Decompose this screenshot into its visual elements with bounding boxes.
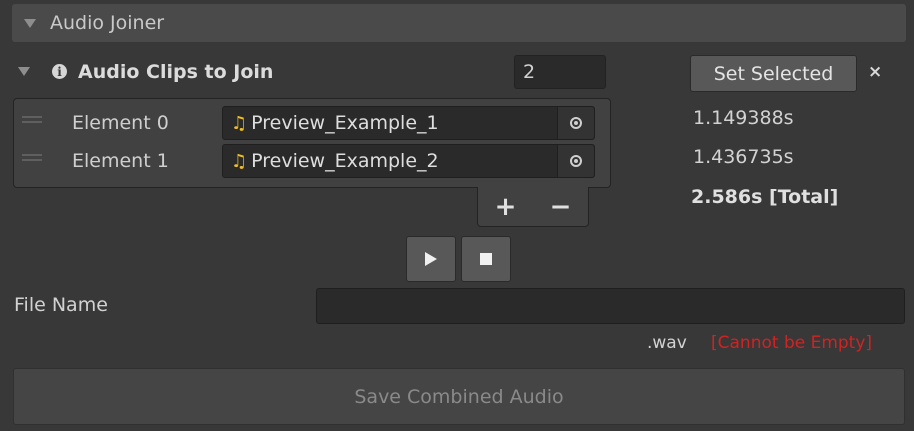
- file-name-input[interactable]: [316, 288, 905, 324]
- file-extension: .wav: [647, 333, 687, 353]
- clip-field-1[interactable]: ♫ Preview_Example_2: [222, 144, 595, 178]
- audio-clip-icon: ♫: [231, 112, 248, 134]
- stop-button[interactable]: [461, 236, 511, 282]
- element-0-label: Element 0: [72, 112, 169, 134]
- remove-element-button[interactable]: −: [541, 192, 581, 222]
- foldout-arrow-icon[interactable]: [24, 18, 36, 28]
- object-picker-icon[interactable]: [557, 145, 594, 177]
- clips-title: Audio Clips to Join: [78, 61, 274, 83]
- set-selected-button[interactable]: Set Selected: [690, 55, 857, 92]
- clips-foldout-arrow-icon[interactable]: [18, 67, 30, 76]
- audio-joiner-window: Audio Joiner i Audio Clips to Join 2 Set…: [0, 0, 914, 431]
- save-combined-audio-button[interactable]: Save Combined Audio: [13, 368, 905, 425]
- clip-name-0: Preview_Example_1: [251, 112, 439, 134]
- clip-name-1: Preview_Example_2: [251, 150, 439, 172]
- play-icon: [425, 252, 437, 266]
- object-picker-icon[interactable]: [557, 107, 594, 139]
- play-button[interactable]: [406, 236, 456, 282]
- clip-duration-1: 1.436735s: [693, 146, 794, 168]
- audio-joiner-foldout[interactable]: Audio Joiner: [12, 4, 906, 42]
- clip-count-value: 2: [523, 61, 536, 83]
- element-1-label: Element 1: [72, 150, 169, 172]
- clip-count-field[interactable]: 2: [514, 55, 606, 89]
- add-element-button[interactable]: +: [486, 192, 526, 222]
- list-footer: + −: [477, 187, 589, 227]
- clear-icon[interactable]: ×: [868, 62, 882, 82]
- drag-handle-icon[interactable]: [22, 154, 42, 162]
- clip-field-0[interactable]: ♫ Preview_Example_1: [222, 106, 595, 140]
- foldout-title: Audio Joiner: [50, 12, 165, 34]
- drag-handle-icon[interactable]: [22, 116, 42, 124]
- clip-duration-0: 1.149388s: [693, 107, 794, 129]
- stop-icon: [480, 253, 492, 265]
- file-name-label: File Name: [14, 294, 108, 316]
- audio-clip-icon: ♫: [231, 150, 248, 172]
- total-duration: 2.586s [Total]: [691, 186, 839, 208]
- info-icon: i: [52, 64, 67, 79]
- file-name-error: [Cannot be Empty]: [711, 333, 873, 353]
